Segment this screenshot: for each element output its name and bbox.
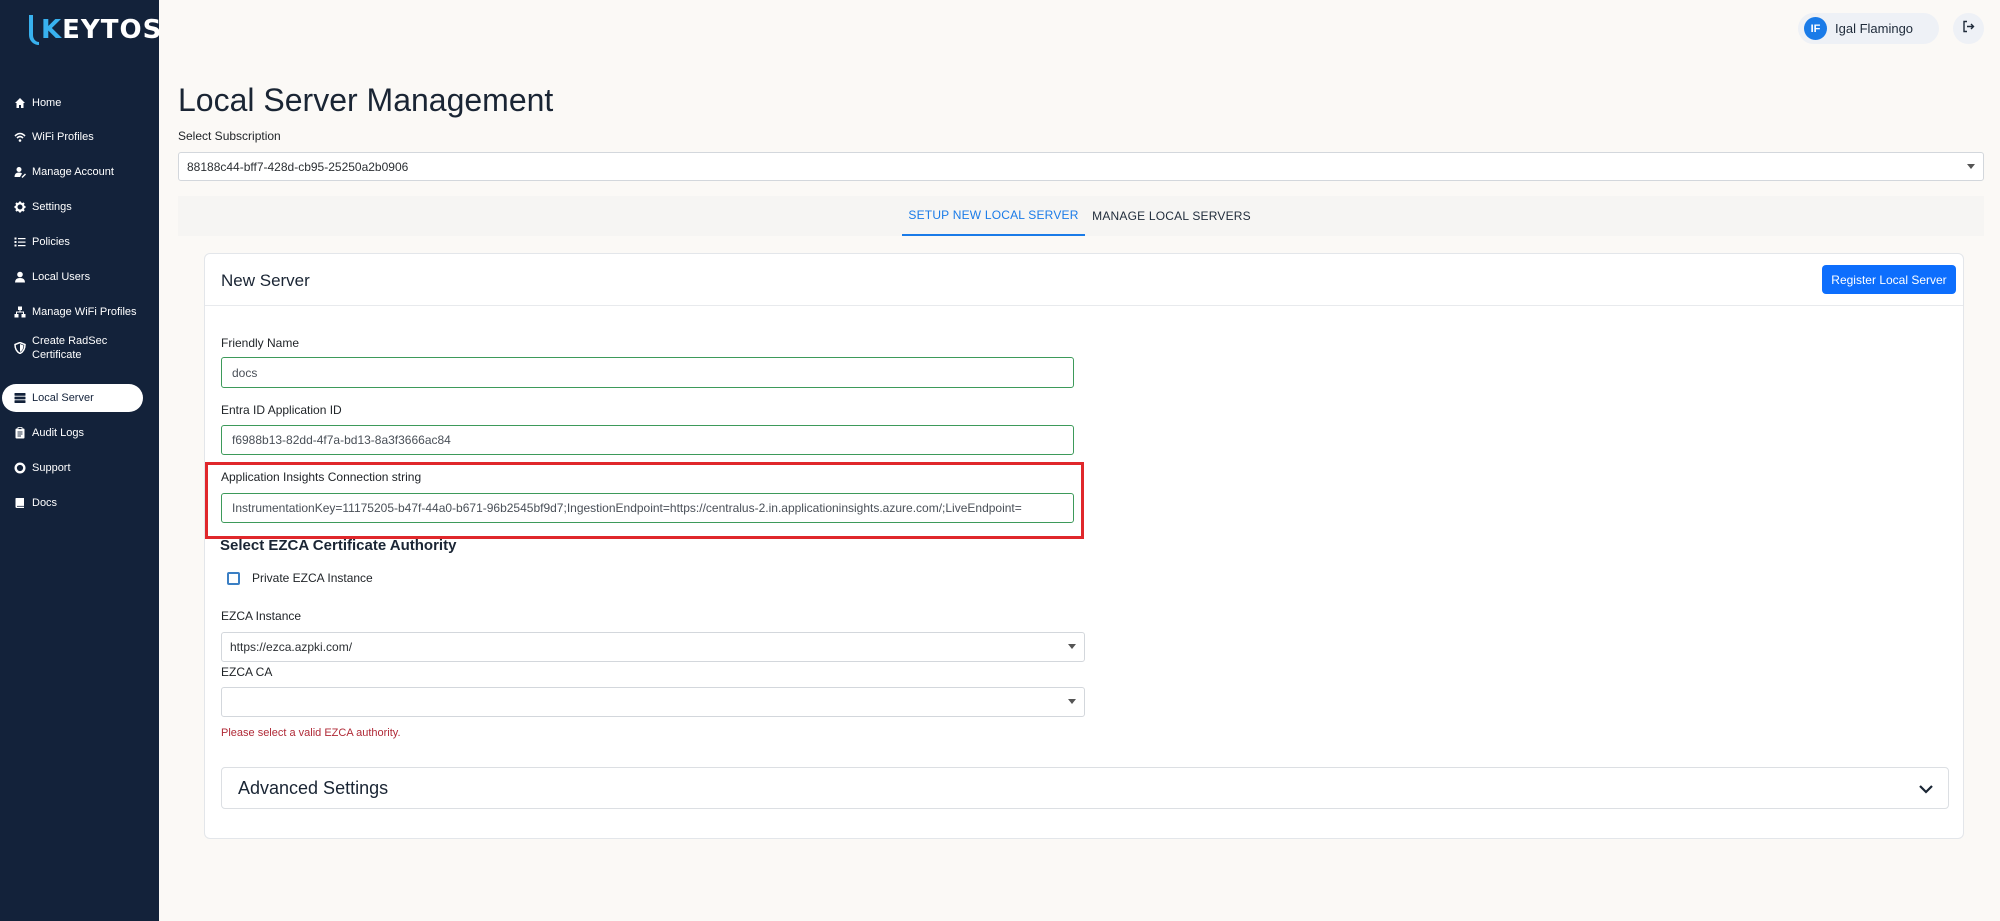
ezca-error-message: Please select a valid EZCA authority.: [221, 727, 401, 739]
friendly-name-label: Friendly Name: [221, 336, 300, 350]
server-icon: [13, 392, 26, 405]
logo-first-letter: K: [41, 15, 63, 45]
sidebar-item-wifi-profiles[interactable]: WiFi Profiles: [2, 123, 143, 151]
logo-shield-icon: [29, 15, 39, 45]
shield-icon: [13, 342, 26, 355]
ezca-ca-select[interactable]: [221, 687, 1085, 717]
subscription-value: 88188c44-bff7-428d-cb95-25250a2b0906: [187, 159, 409, 174]
avatar: IF: [1804, 17, 1827, 40]
chevron-down-icon: [1967, 164, 1975, 169]
sidebar-item-label: Support: [32, 462, 71, 474]
logo-rest: EYTOS: [62, 15, 163, 45]
sidebar-item-policies[interactable]: Policies: [2, 228, 143, 256]
gear-icon: [13, 201, 26, 214]
entra-id-label: Entra ID Application ID: [221, 403, 342, 417]
sidebar-item-local-server[interactable]: Local Server: [2, 384, 143, 412]
sitemap-icon: [13, 306, 26, 319]
lifebuoy-icon: [13, 462, 26, 475]
ezca-instance-label: EZCA Instance: [221, 609, 302, 623]
subscription-select[interactable]: 88188c44-bff7-428d-cb95-25250a2b0906: [178, 152, 1984, 181]
clipboard-icon: [13, 427, 26, 440]
page-title: Local Server Management: [178, 82, 554, 118]
sidebar-item-support[interactable]: Support: [2, 454, 143, 482]
wifi-icon: [13, 131, 26, 144]
sidebar: KEYTOS Home WiFi Profiles Manage Account…: [0, 0, 162, 921]
user-icon: [13, 271, 26, 284]
sidebar-item-local-users[interactable]: Local Users: [2, 263, 143, 291]
card-title: New Server: [221, 271, 310, 290]
sidebar-item-label: Policies: [32, 236, 70, 248]
user-name: Igal Flamingo: [1835, 21, 1914, 36]
sidebar-item-manage-wifi-profiles[interactable]: Manage WiFi Profiles: [2, 298, 143, 326]
sidebar-item-home[interactable]: Home: [2, 89, 143, 117]
friendly-name-input[interactable]: docs: [221, 357, 1074, 388]
advanced-settings-title: Advanced Settings: [238, 778, 389, 798]
list-icon: [13, 236, 26, 249]
sidebar-item-label: Manage Account: [32, 166, 114, 178]
subscription-label: Select Subscription: [178, 129, 281, 143]
sidebar-item-label: Local Server: [32, 392, 94, 404]
sidebar-item-label: Docs: [32, 497, 58, 509]
register-local-server-button[interactable]: Register Local Server: [1822, 265, 1956, 294]
ezca-instance-select[interactable]: https://ezca.azpki.com/: [221, 632, 1085, 662]
ezca-section-title: Select EZCA Certificate Authority: [220, 537, 457, 554]
user-menu[interactable]: IF Igal Flamingo: [1798, 13, 1939, 44]
keytos-logo[interactable]: KEYTOS: [29, 12, 162, 48]
sidebar-item-manage-account[interactable]: Manage Account: [2, 158, 143, 186]
sidebar-item-label: Local Users: [32, 271, 91, 283]
sidebar-item-settings[interactable]: Settings: [2, 193, 143, 221]
ezca-instance-value: https://ezca.azpki.com/: [230, 640, 353, 654]
sidebar-item-label: Manage WiFi Profiles: [32, 306, 137, 318]
sidebar-item-label: Audit Logs: [32, 427, 84, 439]
private-ezca-checkbox[interactable]: [227, 572, 240, 585]
entra-id-input[interactable]: f6988b13-82dd-4f7a-bd13-8a3f3666ac84: [221, 425, 1074, 455]
sidebar-item-docs[interactable]: Docs: [2, 489, 143, 517]
tab-manage-local-servers[interactable]: MANAGE LOCAL SERVERS: [1088, 196, 1255, 236]
chevron-down-icon: [1068, 699, 1076, 704]
advanced-settings-accordion[interactable]: Advanced Settings: [221, 767, 1949, 809]
tab-setup-new-local-server[interactable]: SETUP NEW LOCAL SERVER: [902, 196, 1085, 236]
sidebar-item-label: Home: [32, 97, 62, 109]
ezca-ca-label: EZCA CA: [221, 665, 273, 679]
sidebar-item-audit-logs[interactable]: Audit Logs: [2, 419, 143, 447]
sidebar-item-label: Settings: [32, 201, 72, 213]
home-icon: [13, 97, 26, 110]
sign-out-icon: [1962, 20, 1975, 38]
logout-button[interactable]: [1953, 13, 1984, 44]
sidebar-item-create-radsec-certificate[interactable]: Create RadSec Certificate: [2, 331, 143, 365]
card-header: New Server Register Local Server: [205, 254, 1963, 306]
sidebar-item-label: Create RadSec Certificate: [32, 335, 108, 361]
insights-connection-input[interactable]: InstrumentationKey=11175205-b47f-44a0-b6…: [221, 493, 1074, 523]
user-edit-icon: [13, 166, 26, 179]
sidebar-item-label: WiFi Profiles: [32, 131, 94, 143]
private-ezca-label: Private EZCA Instance: [252, 571, 373, 585]
insights-connection-label: Application Insights Connection string: [221, 470, 422, 484]
chevron-down-icon: [1918, 781, 1934, 802]
chevron-down-icon: [1068, 644, 1076, 649]
new-server-card: New Server Register Local Server: [204, 253, 1964, 839]
book-icon: [13, 497, 26, 510]
